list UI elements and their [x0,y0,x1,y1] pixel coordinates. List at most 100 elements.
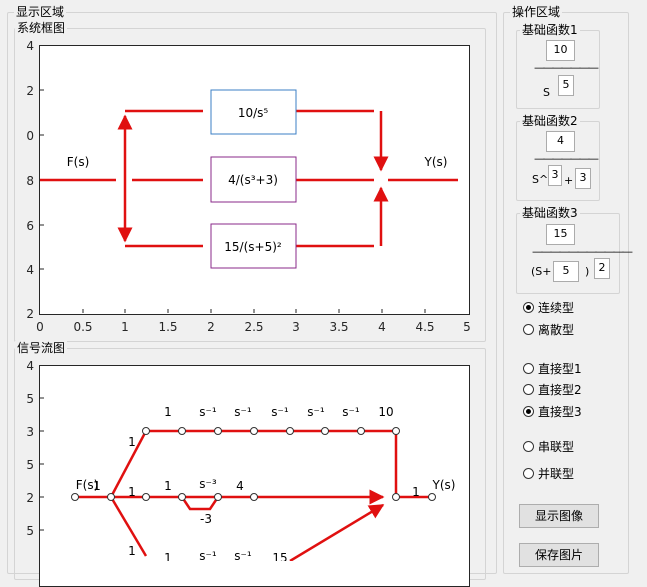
sf-node [178,427,186,435]
sf-node [357,427,365,435]
sf-top-gain: 10 [378,405,393,419]
sf-bottom-gain: s⁻¹ [234,549,252,561]
bd-block-1-label: 10/s⁵ [238,106,269,120]
radio-direct3[interactable]: 直接型3 [523,403,582,420]
sf-node [321,427,329,435]
bd-xtick: 2.5 [244,320,263,334]
bd-xtick: 3 [292,320,300,334]
radio-continuous-label: 连续型 [538,301,575,315]
sf-feedback-loop [180,496,220,511]
sf-ytick: 4 [26,359,34,373]
sf-node [286,427,294,435]
radio-continuous[interactable]: 连续型 [523,299,574,316]
sf-branch-top-gain: 1 [128,435,136,449]
sf-branch-mid-gain: 1 [128,485,136,499]
bd-xtick: 3.5 [329,320,348,334]
func2-numerator-input[interactable]: 4 [546,131,575,152]
sf-node [392,427,400,435]
func1-power-input[interactable]: 5 [558,75,574,96]
sf-feedback-gain: -3 [200,512,212,526]
bd-ytick: 0 [26,129,34,143]
func1-s-label: S [543,86,550,99]
bd-ytick: 8 [26,174,34,188]
radio-series-label: 串联型 [538,440,575,454]
radio-direct1[interactable]: 直接型1 [523,360,582,377]
sf-top-gain: 1 [164,405,172,419]
sf-top-gain: s⁻¹ [271,405,289,419]
sf-node [250,427,258,435]
bd-output-label: Y(s) [424,155,448,169]
bd-ytick: 2 [26,307,34,321]
sf-node [428,493,436,501]
radio-discrete-indicator [523,324,534,335]
radio-parallel-label: 并联型 [538,467,575,481]
radio-discrete[interactable]: 离散型 [523,321,574,338]
sf-ytick: 3 [26,425,34,439]
func2-power-input[interactable]: 3 [548,165,562,186]
func3-numerator-input[interactable]: 15 [546,224,575,245]
sf-out-gain: 1 [412,485,420,499]
bd-ytick: 4 [26,39,34,53]
sf-node [214,493,222,501]
save-image-button[interactable]: 保存图片 [519,543,599,567]
bd-xtick: 1.5 [158,320,177,334]
bd-input-label: F(s) [67,155,90,169]
radio-direct1-label: 直接型1 [538,362,582,376]
func3-constant-input[interactable]: 5 [553,261,579,282]
bd-xtick: 5 [463,320,471,334]
bd-xtick: 1 [121,320,129,334]
sf-node [178,493,186,501]
sf-node [107,493,115,501]
sf-input-label: F(s) [76,478,99,492]
radio-parallel[interactable]: 并联型 [523,465,574,482]
sf-top-gain: s⁻¹ [342,405,360,419]
sf-mid-gain: 1 [164,479,172,493]
radio-continuous-indicator [523,302,534,313]
func2-fraction-bar: ——————— [534,152,599,165]
sf-output-label: Y(s) [432,478,456,492]
sf-node [142,493,150,501]
sf-ytick: 2 [26,491,34,505]
sf-bottom-gain: s⁻¹ [199,549,217,561]
sf-ytick: 5 [26,524,34,538]
bd-block-2-label: 4/(s³+3) [228,173,278,187]
func3-open-label: (S+ [531,265,552,278]
sf-bottom-gain: 15 [272,551,287,561]
radio-direct2-label: 直接型2 [538,383,582,397]
bd-xtick: 4.5 [415,320,434,334]
show-image-button[interactable]: 显示图像 [519,504,599,528]
radio-direct3-indicator [523,406,534,417]
sf-top-gain: s⁻¹ [307,405,325,419]
func1-numerator-input[interactable]: 10 [546,40,575,61]
bd-ytick: 6 [26,219,34,233]
block-diagram-canvas: 4 2 0 8 6 4 2 0 0.5 1 1.5 2 2.5 3 3.5 4 … [26,39,471,334]
radio-direct3-label: 直接型3 [538,405,582,419]
bd-ytick: 2 [26,84,34,98]
sf-top-gain: s⁻¹ [234,405,252,419]
bd-xtick: 0.5 [73,320,92,334]
radio-series-indicator [523,441,534,452]
radio-parallel-indicator [523,468,534,479]
sf-branch-bottom-gain: 1 [128,544,136,558]
sf-node [250,493,258,501]
sf-ytick: 5 [26,392,34,406]
sf-node [142,427,150,435]
bd-block-3-label: 15/(s+5)² [224,240,282,254]
sf-mid-gain: s⁻³ [199,477,217,491]
func2-s-label: S^ [532,173,549,186]
sf-node [71,493,79,501]
ops-panel-title: 操作区域 [510,5,563,19]
radio-direct2[interactable]: 直接型2 [523,381,582,398]
radio-discrete-label: 离散型 [538,323,575,337]
func2-constant-input[interactable]: 3 [575,168,591,189]
radio-direct1-indicator [523,363,534,374]
radio-series[interactable]: 串联型 [523,438,574,455]
sf-ytick: 5 [26,458,34,472]
sf-top-gain: s⁻¹ [199,405,217,419]
func3-fraction-bar: ——————————— [532,245,633,258]
func3-title: 基础函数3 [520,206,580,220]
func3-power-input[interactable]: 2 [594,258,610,279]
radio-direct2-indicator [523,384,534,395]
signal-flow-canvas: 4 5 3 5 2 5 1 s⁻¹ s⁻¹ s⁻¹ s⁻¹ s⁻¹ 10 1 s… [26,359,456,561]
bd-xtick: 0 [36,320,44,334]
